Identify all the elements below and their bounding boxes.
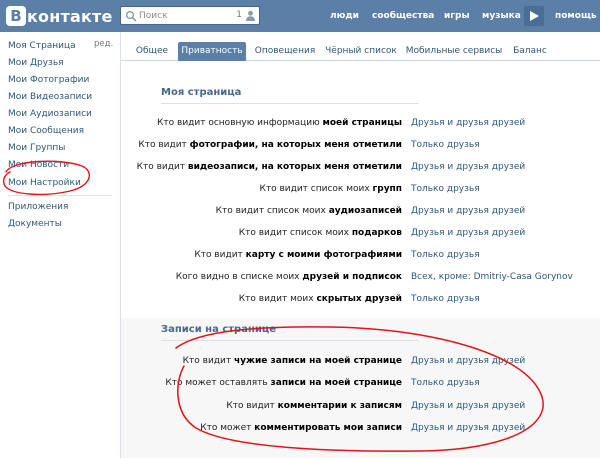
nav-people[interactable]: люди <box>330 0 359 32</box>
tab-blacklist[interactable]: Чёрный список <box>325 42 397 61</box>
nav-music[interactable]: музыка <box>482 0 521 32</box>
sidebar-item-news[interactable]: Мои Новости <box>8 158 69 172</box>
search-input[interactable] <box>139 8 234 23</box>
setting-label: Кто видит список моих подарков <box>238 228 402 238</box>
sidebar-item-friends[interactable]: Мои Друзья <box>8 56 64 70</box>
section-title-wall-posts: Записи на странице <box>161 324 419 341</box>
setting-value-dropdown[interactable]: Друзья и друзья друзей <box>411 204 525 218</box>
top-header: B контакте 1 люди сообщества игры музыка… <box>0 0 600 32</box>
user-icon[interactable] <box>245 10 256 21</box>
sidebar-edit-link[interactable]: ред. <box>94 39 113 49</box>
setting-label: Кто видит комментарии к записям <box>226 401 402 411</box>
sidebar-item-photos[interactable]: Мои Фотографии <box>8 73 89 87</box>
vk-logo-text: контакте <box>27 6 113 26</box>
settings-panel: Общее Приватность Оповещения Чёрный спис… <box>120 32 600 458</box>
setting-label: Кто видит видеозаписи, на которых меня о… <box>136 162 402 172</box>
tab-mobile-services[interactable]: Мобильные сервисы <box>403 42 505 61</box>
music-play-button[interactable] <box>524 6 544 26</box>
setting-value-dropdown[interactable]: Друзья и друзья друзей <box>411 226 525 240</box>
search-box[interactable]: 1 <box>120 6 260 25</box>
sidebar-item-documents[interactable]: Документы <box>8 217 62 231</box>
sidebar-item-my-page[interactable]: Моя Страница <box>8 39 76 53</box>
search-count: 1 <box>236 10 242 20</box>
setting-value-dropdown[interactable]: Только друзья <box>411 182 480 196</box>
setting-label: Кто видит список моих групп <box>259 184 402 194</box>
play-icon <box>530 11 539 21</box>
setting-label: Кто может оставлять записи на моей стран… <box>165 378 402 388</box>
setting-value-dropdown[interactable]: Только друзья <box>411 138 480 152</box>
setting-value-dropdown[interactable]: Друзья и друзья друзей <box>411 421 525 435</box>
vk-logo[interactable]: B контакте <box>6 5 113 27</box>
setting-label: Кто видит карту с моими фотографиями <box>194 250 402 260</box>
tab-privacy[interactable]: Приватность <box>178 42 246 61</box>
sidebar-divider <box>8 195 112 196</box>
tab-notifications[interactable]: Оповещения <box>251 42 319 61</box>
nav-games[interactable]: игры <box>444 0 470 32</box>
setting-label: Кто видит чужие записи на моей странице <box>182 356 402 366</box>
setting-label: Кто видит моих скрытых друзей <box>238 294 402 304</box>
setting-value-dropdown[interactable]: Только друзья <box>411 376 480 390</box>
setting-value-dropdown[interactable]: Только друзья <box>411 292 480 306</box>
nav-help[interactable]: помощь <box>555 0 597 32</box>
setting-label: Кого видно в списке моих друзей и подпис… <box>175 272 402 282</box>
setting-label: Кто видит основную информацию моей стран… <box>157 118 402 128</box>
setting-value-dropdown[interactable]: Друзья и друзья друзей <box>411 160 525 174</box>
sidebar-item-apps[interactable]: Приложения <box>8 200 68 214</box>
sidebar-item-videos[interactable]: Мои Видеозаписи <box>8 90 92 104</box>
settings-tabs: Общее Приватность Оповещения Чёрный спис… <box>121 32 600 61</box>
setting-value-dropdown[interactable]: Друзья и друзья друзей <box>411 399 525 413</box>
sidebar-item-settings[interactable]: Мои Настройки <box>8 176 81 190</box>
sidebar-item-groups[interactable]: Мои Группы <box>8 141 65 155</box>
nav-communities[interactable]: сообщества <box>372 0 434 32</box>
search-icon <box>125 10 137 22</box>
setting-value-dropdown[interactable]: Друзья и друзья друзей <box>411 354 525 368</box>
setting-label: Кто может комментировать мои записи <box>200 423 402 433</box>
setting-label: Кто видит фотографии, на которых меня от… <box>138 140 402 150</box>
sidebar-item-audio[interactable]: Мои Аудиозаписи <box>8 107 92 121</box>
vk-logo-badge: B <box>6 6 26 26</box>
sidebar-item-messages[interactable]: Мои Сообщения <box>8 124 84 138</box>
setting-value-dropdown[interactable]: Только друзья <box>411 248 480 262</box>
tab-balance[interactable]: Баланс <box>509 42 551 61</box>
section-title-my-page: Моя страница <box>161 87 419 104</box>
setting-value-dropdown[interactable]: Всех, кроме: Dmitriy-Casa Gorynov <box>411 270 573 284</box>
setting-value-dropdown[interactable]: Друзья и друзья друзей <box>411 116 525 130</box>
setting-label: Кто видит список моих аудиозаписей <box>215 206 402 216</box>
tab-general[interactable]: Общее <box>131 42 173 61</box>
